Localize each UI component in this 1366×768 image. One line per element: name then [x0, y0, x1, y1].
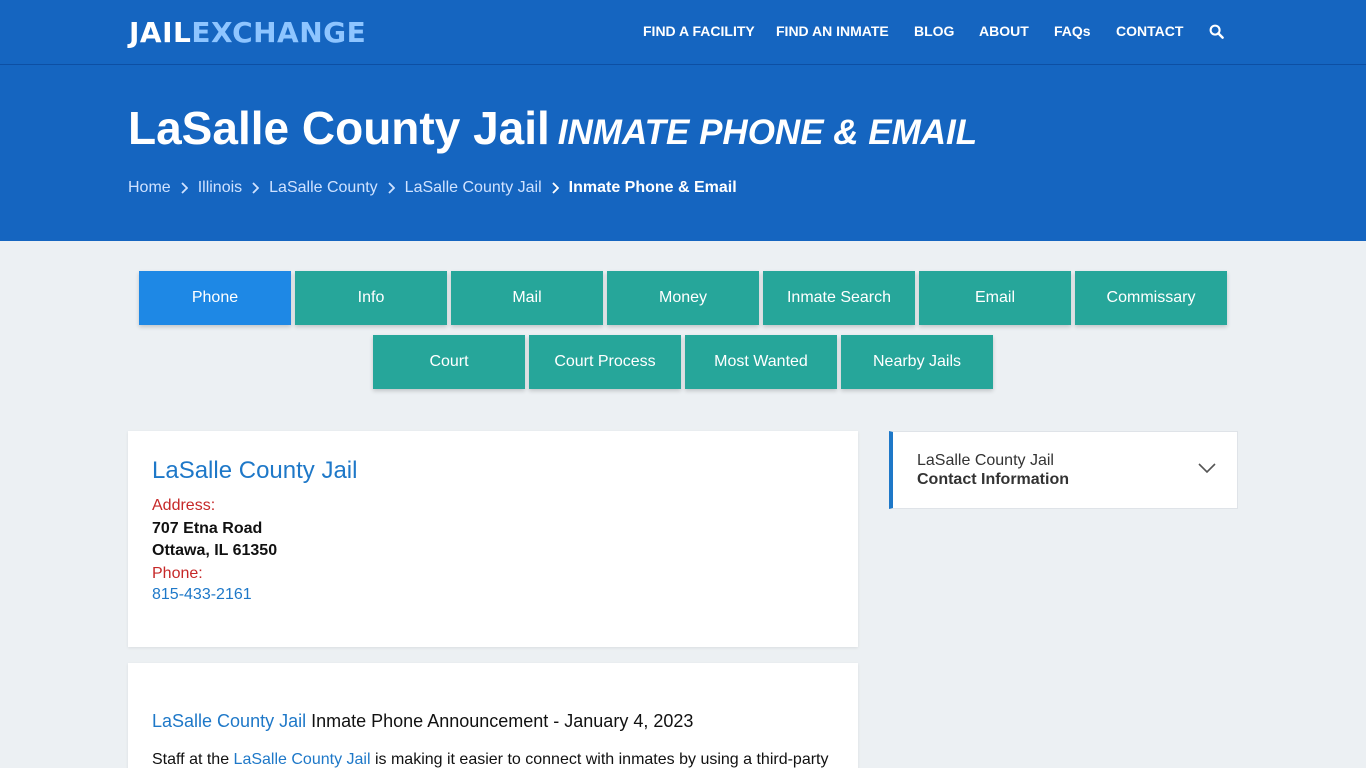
nav-find-an-inmate[interactable]: FIND AN INMATE — [776, 23, 889, 39]
logo-text-exchange: EXCHANGE — [191, 16, 367, 49]
breadcrumb-county[interactable]: LaSalle County — [269, 179, 378, 197]
hero-banner: LaSalle County Jail INMATE PHONE & EMAIL … — [0, 65, 1366, 241]
announcement-paragraph: Staff at the LaSalle County Jail is maki… — [152, 751, 829, 768]
tab-commissary[interactable]: Commissary — [1075, 271, 1227, 325]
tab-nearby-jails[interactable]: Nearby Jails — [841, 335, 993, 389]
announcement-jail-link[interactable]: LaSalle County Jail — [152, 711, 306, 731]
accordion-line-1: LaSalle County Jail — [917, 452, 1054, 469]
nav-blog[interactable]: BLOG — [914, 23, 954, 39]
tab-email[interactable]: Email — [919, 271, 1071, 325]
page-title: LaSalle County Jail INMATE PHONE & EMAIL — [128, 101, 977, 155]
tab-inmate-search[interactable]: Inmate Search — [763, 271, 915, 325]
announcement-heading: LaSalle County Jail Inmate Phone Announc… — [152, 711, 693, 732]
phone-link[interactable]: 815-433-2161 — [152, 586, 252, 604]
para-suffix: is making it easier to connect with inma… — [370, 751, 829, 768]
phone-label: Phone: — [152, 565, 203, 582]
contact-info-accordion[interactable]: LaSalle County Jail Contact Information — [889, 431, 1238, 509]
tab-money[interactable]: Money — [607, 271, 759, 325]
breadcrumb-home[interactable]: Home — [128, 179, 171, 197]
address-line-1: 707 Etna Road — [152, 520, 263, 537]
announcement-card: LaSalle County Jail Inmate Phone Announc… — [128, 663, 858, 768]
nav-faqs[interactable]: FAQs — [1054, 23, 1091, 39]
breadcrumb-illinois[interactable]: Illinois — [198, 179, 242, 197]
tab-most-wanted[interactable]: Most Wanted — [685, 335, 837, 389]
nav-contact[interactable]: CONTACT — [1116, 23, 1183, 39]
tab-phone[interactable]: Phone — [139, 271, 291, 325]
chevron-right-icon — [252, 182, 260, 194]
top-navbar: JAILEXCHANGE FIND A FACILITY FIND AN INM… — [0, 0, 1366, 65]
breadcrumb-jail[interactable]: LaSalle County Jail — [405, 179, 542, 197]
chevron-down-icon[interactable] — [1198, 463, 1216, 474]
tab-info[interactable]: Info — [295, 271, 447, 325]
breadcrumb-current: Inmate Phone & Email — [568, 179, 737, 196]
page-title-main: LaSalle County Jail — [128, 102, 550, 154]
announcement-title: Inmate Phone Announcement - January 4, 2… — [311, 711, 694, 731]
nav-find-a-facility[interactable]: FIND A FACILITY — [643, 23, 755, 39]
address-label: Address: — [152, 497, 216, 514]
accordion-line-2: Contact Information — [917, 471, 1069, 488]
facility-card: LaSalle County Jail Address: 707 Etna Ro… — [128, 431, 858, 647]
tab-court-process[interactable]: Court Process — [529, 335, 681, 389]
breadcrumb: Home Illinois LaSalle County LaSalle Cou… — [128, 179, 737, 197]
facility-name[interactable]: LaSalle County Jail — [152, 457, 357, 485]
chevron-right-icon — [388, 182, 395, 194]
para-prefix: Staff at the — [152, 751, 234, 768]
search-icon[interactable] — [1209, 24, 1224, 39]
para-jail-link[interactable]: LaSalle County Jail — [234, 751, 371, 768]
page-title-sub: INMATE PHONE & EMAIL — [557, 113, 978, 152]
site-logo[interactable]: JAILEXCHANGE — [129, 16, 366, 49]
tab-court[interactable]: Court — [373, 335, 525, 389]
logo-text-jail: JAIL — [129, 16, 192, 49]
tab-mail[interactable]: Mail — [451, 271, 603, 325]
chevron-right-icon — [552, 182, 559, 194]
nav-about[interactable]: ABOUT — [979, 23, 1029, 39]
address-line-2: Ottawa, IL 61350 — [152, 542, 278, 559]
chevron-right-icon — [181, 182, 188, 194]
